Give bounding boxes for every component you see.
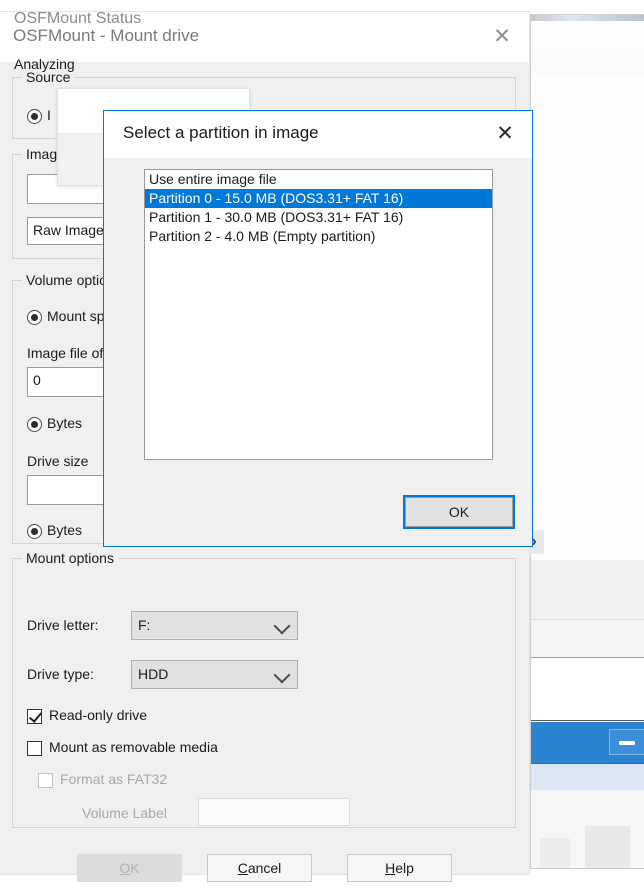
page-title: OSFMount - Mount drive: [13, 26, 200, 45]
select-partition-dialog: Select a partition in image ✕ Use entire…: [103, 110, 533, 547]
partition-dialog-title: Select a partition in image: [123, 123, 319, 142]
drive-type-select[interactable]: HDD: [131, 660, 298, 689]
drive-letter-value: F:: [138, 617, 151, 633]
list-item[interactable]: Use entire image file: [145, 170, 492, 189]
mount-options-groupbox: Mount options: [12, 550, 516, 828]
background-window-controls: ✕: [531, 21, 644, 76]
mount-options-legend: Mount options: [22, 550, 118, 566]
list-item[interactable]: Partition 2 - 4.0 MB (Empty partition): [145, 227, 492, 246]
background-square-1: [540, 838, 570, 868]
background-panel-1: [531, 560, 644, 620]
mount-as-removable-label: Mount as removable media: [49, 739, 218, 755]
background-panel-2: [531, 620, 644, 658]
partition-dialog-titlebar: Select a partition in image ✕: [104, 111, 532, 158]
chevron-down-icon: [273, 666, 291, 683]
mount-specific-radio[interactable]: [27, 310, 42, 325]
close-icon[interactable]: ✕: [492, 121, 518, 147]
status-dialog-message: Analyzing: [14, 56, 75, 72]
partition-ok-button[interactable]: OK: [403, 495, 515, 529]
mount-as-removable-checkbox[interactable]: [27, 741, 42, 756]
chevron-down-icon: [273, 617, 291, 634]
background-minimize-button[interactable]: [609, 729, 644, 755]
image-legend: Imag: [22, 146, 62, 162]
cancel-button[interactable]: Cancel: [207, 854, 312, 882]
background-panel-4: [531, 764, 644, 790]
format-as-fat32-checkbox: [38, 773, 53, 788]
ok-button[interactable]: OK: [77, 854, 182, 882]
drive-type-label: Drive type:: [27, 666, 94, 682]
help-button[interactable]: Help: [347, 854, 452, 882]
drive-letter-label: Drive letter:: [27, 617, 99, 633]
drive-letter-select[interactable]: F:: [131, 611, 298, 640]
list-item[interactable]: Partition 0 - 15.0 MB (DOS3.31+ FAT 16): [145, 189, 492, 208]
format-as-fat32-label: Format as FAT32: [60, 771, 168, 787]
volume-label-label: Volume Label: [82, 805, 167, 821]
partition-listbox[interactable]: Use entire image file Partition 0 - 15.0…: [144, 169, 493, 460]
status-dialog-title: OSFMount Status: [14, 10, 142, 27]
offset-unit-bytes-label: Bytes: [47, 415, 83, 431]
source-image-radio-label: I: [47, 107, 51, 123]
screen-root: ✕ › OSFMount - Mount drive ✕ Source I Im…: [0, 0, 644, 887]
size-unit-bytes-label: Bytes: [47, 522, 83, 538]
drive-size-label: Drive size: [27, 453, 89, 469]
image-file-offset-label: Image file offs: [27, 345, 114, 361]
background-panel-3: [531, 659, 644, 721]
read-only-drive-label: Read-only drive: [49, 707, 148, 723]
close-icon[interactable]: ✕: [489, 24, 515, 50]
offset-unit-bytes-radio[interactable]: [27, 417, 42, 432]
list-item[interactable]: Partition 1 - 30.0 MB (DOS3.31+ FAT 16): [145, 208, 492, 227]
volume-label-input: [198, 798, 350, 826]
ok-button-label-rest: K: [130, 860, 140, 876]
size-unit-bytes-radio[interactable]: [27, 524, 42, 539]
read-only-drive-checkbox[interactable]: [27, 709, 42, 724]
source-image-radio[interactable]: [27, 109, 42, 124]
drive-type-value: HDD: [138, 666, 169, 682]
background-square-2: [585, 826, 630, 868]
